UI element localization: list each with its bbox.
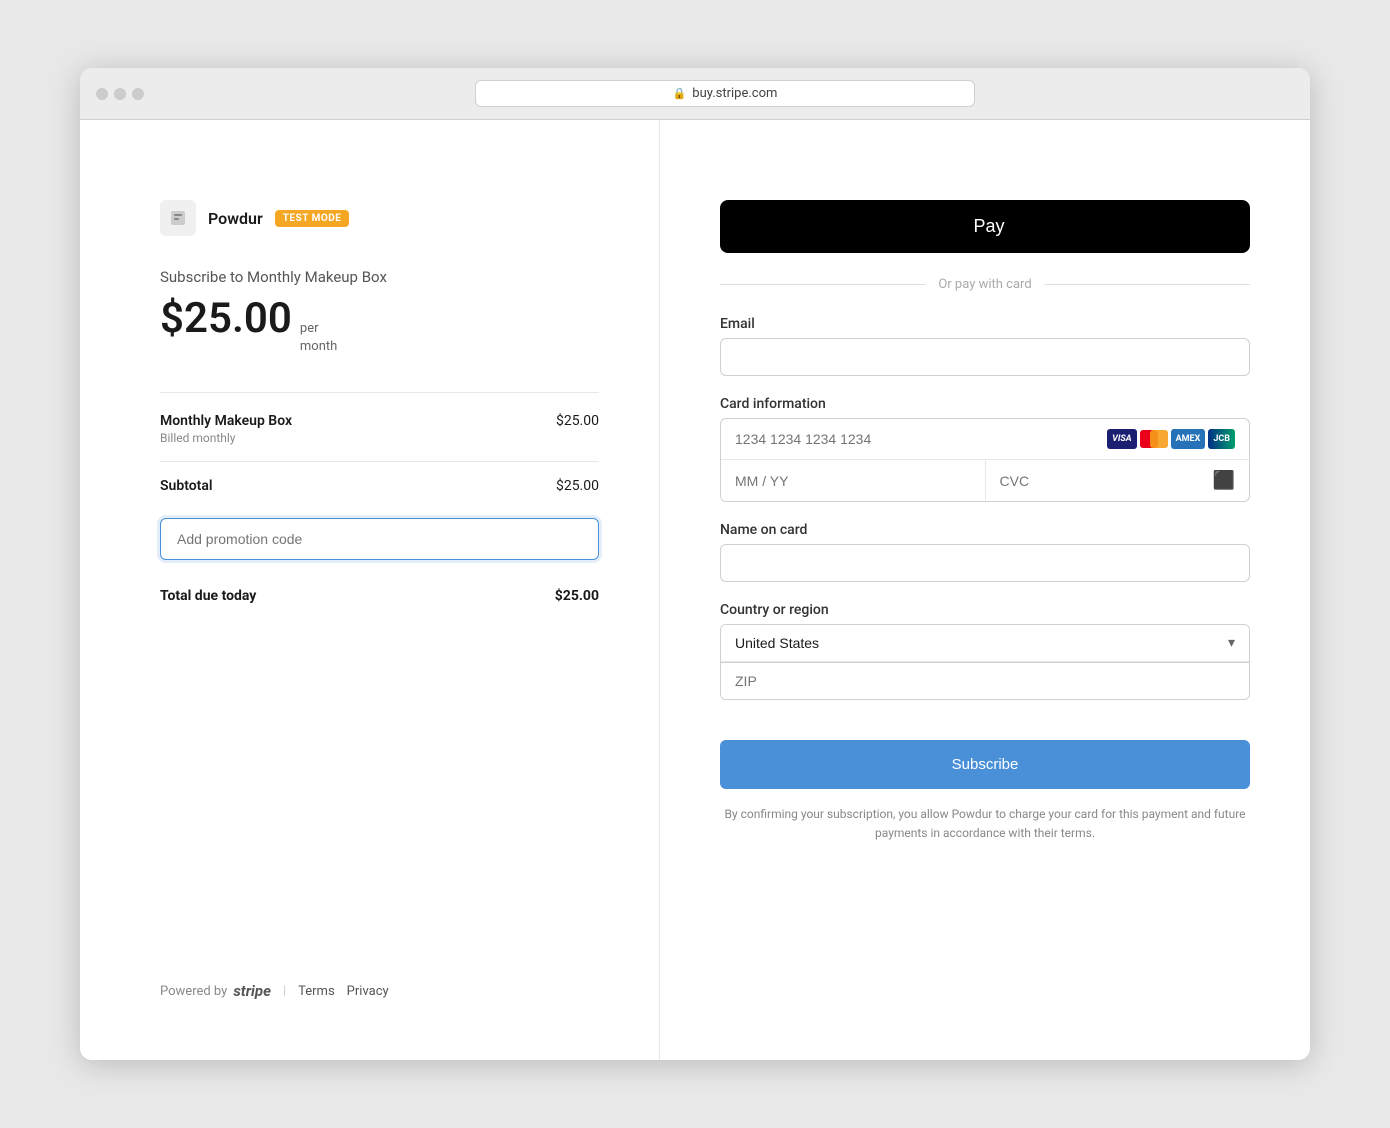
- powered-by-text: Powered by: [160, 984, 227, 999]
- powered-by: Powered by stripe: [160, 982, 271, 1000]
- address-bar: 🔒 buy.stripe.com: [475, 80, 975, 107]
- browser-window: 🔒 buy.stripe.com Powdur TEST MODE Subscr…: [80, 68, 1310, 1060]
- dot-red: [96, 88, 108, 100]
- card-icons-container: VISA AMEX JCB: [1107, 429, 1235, 449]
- country-region-group: Country or region United States Canada U…: [720, 602, 1250, 700]
- line-item-sublabel: Billed monthly: [160, 431, 292, 445]
- lock-icon: 🔒: [673, 87, 687, 100]
- left-panel: Powdur TEST MODE Subscribe to Monthly Ma…: [80, 120, 660, 1060]
- subtotal-label: Subtotal: [160, 478, 213, 494]
- line-item: Monthly Makeup Box Billed monthly $25.00: [160, 413, 599, 445]
- privacy-link[interactable]: Privacy: [347, 984, 389, 999]
- card-number-input[interactable]: [735, 431, 1099, 447]
- card-information-label: Card information: [720, 396, 1250, 412]
- line-item-amount: $25.00: [556, 413, 599, 429]
- brand-icon: [160, 200, 196, 236]
- dot-green: [132, 88, 144, 100]
- line-item-label: Monthly Makeup Box: [160, 413, 292, 429]
- name-on-card-input[interactable]: [720, 544, 1250, 582]
- cvc-input-container: ⬛: [986, 460, 1250, 501]
- amex-icon: AMEX: [1171, 429, 1206, 449]
- url-text: buy.stripe.com: [692, 86, 777, 101]
- total-label: Total due today: [160, 588, 256, 604]
- apple-pay-label: Pay: [973, 216, 1004, 237]
- apple-pay-button[interactable]: Pay: [720, 200, 1250, 253]
- total-amount: $25.00: [555, 588, 599, 604]
- terms-link[interactable]: Terms: [298, 984, 335, 999]
- email-group: Email: [720, 316, 1250, 376]
- footer-divider: |: [283, 984, 286, 999]
- country-select[interactable]: United States Canada United Kingdom Aust…: [735, 635, 1228, 651]
- country-select-container: United States Canada United Kingdom Aust…: [720, 624, 1250, 663]
- divider-line-right: [1044, 284, 1250, 285]
- divider-row: Or pay with card: [720, 277, 1250, 292]
- left-footer: Powered by stripe | Terms Privacy: [160, 922, 599, 1000]
- jcb-icon: JCB: [1208, 429, 1235, 449]
- zip-input[interactable]: [721, 663, 1249, 699]
- email-input[interactable]: [720, 338, 1250, 376]
- subtotal-amount: $25.00: [556, 478, 599, 494]
- brand-header: Powdur TEST MODE: [160, 200, 599, 236]
- subscribe-button[interactable]: Subscribe: [720, 740, 1250, 789]
- divider-line-left: [720, 284, 926, 285]
- zip-input-container: [720, 663, 1250, 700]
- dot-yellow: [114, 88, 126, 100]
- subtotal-row: Subtotal $25.00: [160, 461, 599, 510]
- line-item-info: Monthly Makeup Box Billed monthly: [160, 413, 292, 445]
- promo-input-container: [160, 518, 599, 560]
- price-period: per month: [300, 320, 337, 356]
- page-content: Powdur TEST MODE Subscribe to Monthly Ma…: [80, 120, 1310, 1060]
- brand-name: Powdur: [208, 209, 263, 228]
- mastercard-icon: [1140, 430, 1168, 448]
- expiry-input[interactable]: [721, 460, 986, 501]
- cvc-card-icon: ⬛: [1213, 470, 1235, 491]
- email-label: Email: [720, 316, 1250, 332]
- price-amount: $25.00: [160, 294, 292, 343]
- country-select-row: United States Canada United Kingdom Aust…: [721, 625, 1249, 662]
- total-row: Total due today $25.00: [160, 584, 599, 604]
- browser-dots: [96, 88, 144, 100]
- subscription-title: Subscribe to Monthly Makeup Box: [160, 268, 599, 286]
- country-region-label: Country or region: [720, 602, 1250, 618]
- name-on-card-label: Name on card: [720, 522, 1250, 538]
- card-info-container: VISA AMEX JCB ⬛: [720, 418, 1250, 502]
- card-information-group: Card information VISA AMEX JCB: [720, 396, 1250, 502]
- stripe-logo: stripe: [233, 982, 271, 1000]
- divider-text: Or pay with card: [938, 277, 1031, 292]
- test-mode-badge: TEST MODE: [275, 210, 350, 227]
- price-row: $25.00 per month: [160, 294, 599, 356]
- visa-icon: VISA: [1107, 429, 1137, 449]
- promo-code-input[interactable]: [160, 518, 599, 560]
- browser-toolbar: 🔒 buy.stripe.com: [80, 68, 1310, 120]
- chevron-down-icon: ▾: [1228, 635, 1235, 651]
- consent-text: By confirming your subscription, you all…: [720, 805, 1250, 843]
- right-panel: Pay Or pay with card Email Card informat…: [660, 120, 1310, 1060]
- card-bottom-row: ⬛: [721, 460, 1249, 501]
- cvc-input[interactable]: [1000, 473, 1205, 489]
- name-on-card-group: Name on card: [720, 522, 1250, 582]
- line-items: Monthly Makeup Box Billed monthly $25.00: [160, 392, 599, 449]
- card-number-row: VISA AMEX JCB: [721, 419, 1249, 460]
